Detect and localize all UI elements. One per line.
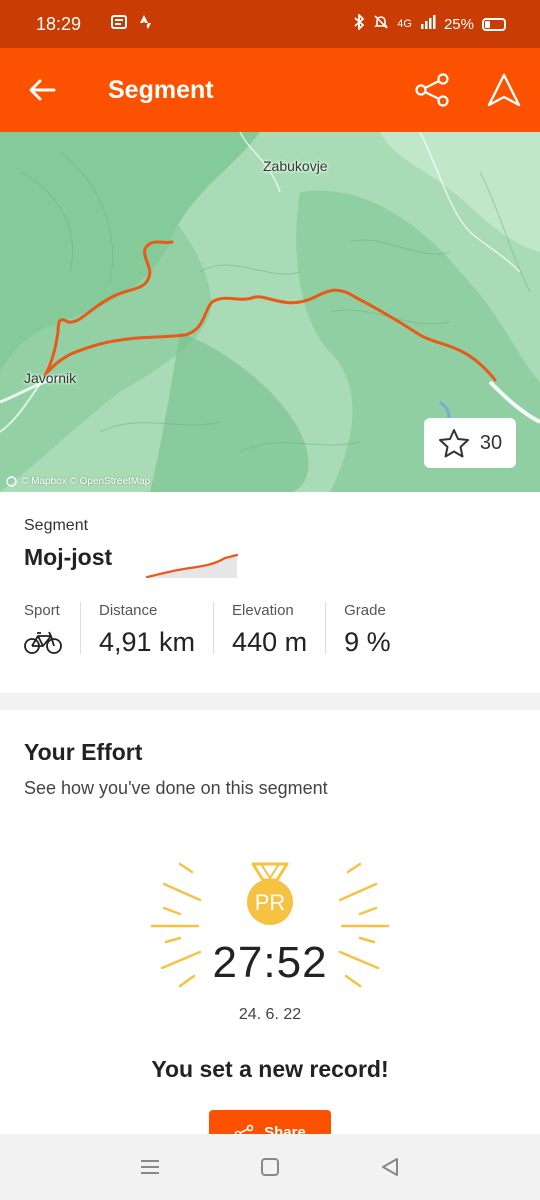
battery-icon [482,17,506,31]
back-arrow-icon [29,79,56,101]
system-nav-bar [0,1134,540,1200]
page-title: Segment [108,75,214,104]
recent-apps-button[interactable] [130,1147,170,1187]
stat-grade: Grade 9 % [344,602,391,657]
effort-time: 27:52 [212,938,328,987]
segment-stats: Sport Distance 4,91 km Elevation 440 m G… [24,602,427,657]
navigate-button[interactable] [468,48,540,132]
share-button[interactable] [396,48,468,132]
pr-medal: PR [243,862,297,926]
effort-date: 24. 6. 22 [238,1006,302,1023]
share-icon [234,1124,254,1134]
bluetooth-icon [353,12,365,34]
segment-name: Moj-jost [24,544,113,570]
share-effort-button[interactable]: Share [209,1110,331,1134]
mute-icon [373,14,389,34]
network-label: 4G [397,18,412,30]
back-triangle-icon [382,1158,398,1176]
map-place-label: Javornik [24,370,77,386]
segment-card: Segment Moj-jost Sport Distance 4,91 km … [0,492,540,693]
home-icon [261,1158,279,1176]
signal-icon [420,15,436,33]
stat-sport: Sport [24,602,81,654]
notes-icon [111,14,128,34]
pr-badge-label: PR [254,890,286,915]
effort-title: Your Effort [24,739,143,765]
status-time: 18:29 [36,13,82,34]
effort-subtitle: See how you've done on this segment [24,778,328,798]
map-attribution[interactable]: © Mapbox © OpenStreetMap [6,476,150,487]
battery-percent: 25% [443,15,474,33]
map-place-label: Zabukovje [263,158,328,174]
home-button[interactable] [250,1147,290,1187]
segment-map[interactable]: Zabukovje Javornik 30 © Mapbox © OpenStr… [0,132,540,492]
elevation-profile [145,553,239,579]
segment-label: Segment [24,517,89,534]
navigate-icon [487,73,521,107]
effort-card: Your Effort See how you've done on this … [0,710,540,1134]
app-bar: Segment [0,48,540,132]
record-message: You set a new record! [151,1056,389,1082]
star-icon [438,429,469,458]
star-count: 30 [479,431,503,454]
mapbox-logo-icon [6,476,17,487]
star-button[interactable]: 30 [424,418,516,468]
share-effort-label: Share [264,1124,306,1134]
stat-distance: Distance 4,91 km [99,602,215,657]
share-icon [415,73,449,107]
stat-elevation: Elevation 440 m [232,602,327,657]
strava-icon [139,14,153,35]
bicycle-icon [24,631,62,654]
status-bar: 18:29 4G 25% [0,0,540,48]
menu-icon [141,1160,159,1174]
back-button[interactable] [0,48,84,132]
system-back-button[interactable] [370,1147,410,1187]
